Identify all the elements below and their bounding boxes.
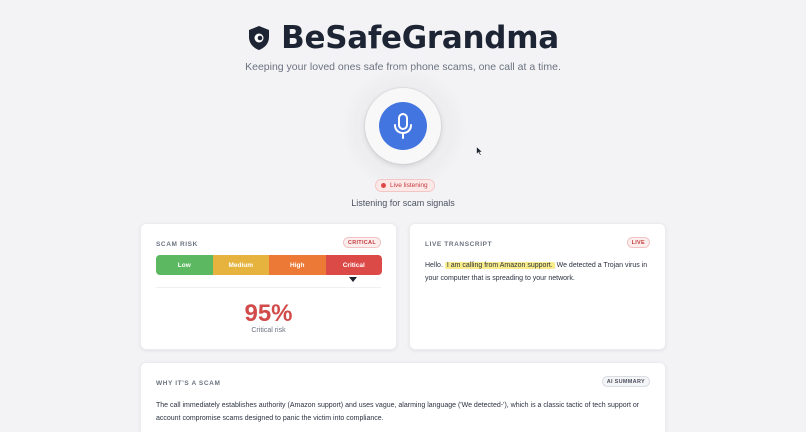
scam-summary-label: WHY IT'S A SCAM — [156, 380, 221, 387]
transcript-text-start: Hello. — [425, 262, 445, 269]
live-transcript-label: LIVE TRANSCRIPT — [425, 241, 493, 248]
scam-risk-label: SCAM RISK — [156, 241, 198, 248]
live-transcript-card: LIVE TRANSCRIPT LIVE Hello. I am calling… — [409, 223, 666, 350]
live-listening-label: Live listening — [390, 182, 428, 189]
live-dot-icon — [381, 183, 386, 188]
risk-segment-low: Low — [156, 255, 213, 275]
scam-summary-card: WHY IT'S A SCAM AI SUMMARY The call imme… — [140, 362, 666, 432]
shield-logo-icon — [249, 26, 270, 50]
transcript-highlight: I am calling from Amazon support. — [444, 262, 555, 269]
listening-status: Listening for scam signals — [351, 198, 455, 208]
risk-meter: Low Medium High Critical — [156, 255, 382, 275]
risk-pointer-icon — [349, 277, 357, 282]
pointer-cursor-icon — [476, 146, 483, 156]
app-header: BeSafeGrandma — [0, 20, 806, 56]
ai-summary-badge: AI SUMMARY — [601, 376, 650, 387]
risk-level-badge: CRITICAL — [342, 237, 381, 248]
risk-segment-critical: Critical — [325, 255, 382, 275]
transcript-text: Hello. I am calling from Amazon support.… — [425, 260, 655, 285]
risk-segment-high: High — [269, 255, 326, 275]
scam-risk-card: SCAM RISK CRITICAL Low Medium High Criti… — [140, 223, 397, 350]
live-listening-pill: Live listening — [375, 179, 435, 192]
risk-segment-medium: Medium — [212, 255, 269, 275]
microphone-button[interactable] — [379, 102, 427, 150]
risk-percentage: 95% — [244, 300, 293, 327]
risk-caption: Critical risk — [251, 327, 286, 334]
app-title: BeSafeGrandma — [281, 20, 559, 56]
risk-divider — [156, 287, 381, 288]
microphone-icon — [394, 113, 412, 139]
scam-summary-text: The call immediately establishes authori… — [156, 402, 640, 422]
live-badge: LIVE — [626, 237, 650, 248]
